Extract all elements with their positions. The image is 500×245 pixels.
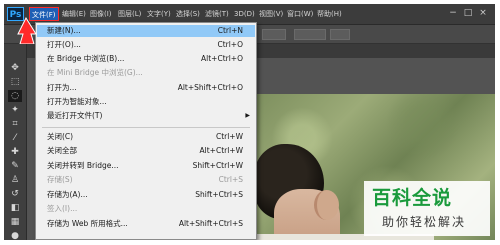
menu-view[interactable]: 视图(V) <box>257 7 285 21</box>
menu-item-open[interactable]: 打开(O)... Ctrl+O <box>37 39 255 51</box>
menu-item-browse-in-bridge[interactable]: 在 Bridge 中浏览(B)... Alt+Ctrl+O <box>37 53 255 65</box>
menu-item-check-in: 签入(I)... <box>47 204 78 213</box>
lasso-tool-icon[interactable]: ◌ <box>8 90 22 102</box>
menu-item-close-and-go-to-bridge[interactable]: 关闭并转到 Bridge... Shift+Ctrl+W <box>37 160 255 172</box>
marquee-tool-icon[interactable]: ⬚ <box>8 76 22 88</box>
menu-item-open-recent[interactable]: 最近打开文件(T) ▶ <box>37 110 255 122</box>
healing-brush-tool-icon[interactable]: ✚ <box>8 146 22 158</box>
watermark: 百科全说 助你轻松解决 <box>364 181 490 236</box>
menu-item-save-for-web[interactable]: 存储为 Web 所用格式... Alt+Shift+Ctrl+S <box>37 218 255 230</box>
crop-tool-icon[interactable]: ⌗ <box>8 118 22 130</box>
menu-item-close[interactable]: 关闭(C) Ctrl+W <box>37 131 255 143</box>
blur-tool-icon[interactable]: ● <box>8 230 22 240</box>
menu-item-save: 存储(S) Ctrl+S <box>47 175 243 184</box>
menu-layer[interactable]: 图层(L) <box>116 7 143 21</box>
eraser-tool-icon[interactable]: ◧ <box>8 202 22 214</box>
submenu-arrow-icon: ▶ <box>245 112 250 119</box>
history-brush-tool-icon[interactable]: ↺ <box>8 188 22 200</box>
menu-help[interactable]: 帮助(H) <box>315 7 344 21</box>
menu-item-save-as[interactable]: 存储为(A)... Shift+Ctrl+S <box>37 189 255 201</box>
maximize-icon[interactable]: □ <box>462 7 474 19</box>
option-field[interactable] <box>294 29 326 40</box>
close-icon[interactable]: × <box>477 7 489 19</box>
move-tool-icon[interactable]: ✥ <box>8 62 22 74</box>
menu-separator <box>42 127 250 128</box>
eyedropper-tool-icon[interactable]: ⁄ <box>8 132 22 144</box>
menu-edit[interactable]: 编辑(E) <box>60 7 88 21</box>
menu-image[interactable]: 图像(I) <box>88 7 114 21</box>
menu-filter[interactable]: 滤镜(T) <box>203 7 231 21</box>
watermark-subtitle: 助你轻松解决 <box>382 215 467 229</box>
option-field[interactable] <box>262 29 286 40</box>
menu-window[interactable]: 窗口(W) <box>285 7 315 21</box>
menu-3d[interactable]: 3D(D) <box>232 7 257 21</box>
magic-wand-tool-icon[interactable]: ✦ <box>8 104 22 116</box>
annotation-arrow-icon <box>17 16 37 44</box>
menu-item-open-as[interactable]: 打开为... Alt+Shift+Ctrl+O <box>37 82 255 94</box>
menu-select[interactable]: 选择(S) <box>174 7 202 21</box>
menu-item-browse-in-mini-bridge: 在 Mini Bridge 中浏览(G)... <box>47 68 143 77</box>
watermark-title: 百科全说 <box>372 187 453 209</box>
file-menu-dropdown: 新建(N)... Ctrl+N 打开(O)... Ctrl+O 在 Bridge… <box>35 22 257 240</box>
clone-stamp-tool-icon[interactable]: ♙ <box>8 174 22 186</box>
menu-item-open-as-smart-object[interactable]: 打开为智能对象... <box>37 96 255 108</box>
option-field[interactable] <box>330 29 350 40</box>
menu-type[interactable]: 文字(Y) <box>145 7 173 21</box>
gradient-tool-icon[interactable]: ▦ <box>8 216 22 228</box>
menu-item-new[interactable]: 新建(N)... Ctrl+N <box>37 25 255 37</box>
menu-item-close-all[interactable]: 关闭全部 Alt+Ctrl+W <box>37 145 255 157</box>
brush-tool-icon[interactable]: ✎ <box>8 160 22 172</box>
minimize-icon[interactable]: − <box>447 7 459 19</box>
tools-panel: ✥ ⬚ ◌ ✦ ⌗ ⁄ ✚ ✎ ♙ ↺ ◧ ▦ ● <box>4 44 27 240</box>
